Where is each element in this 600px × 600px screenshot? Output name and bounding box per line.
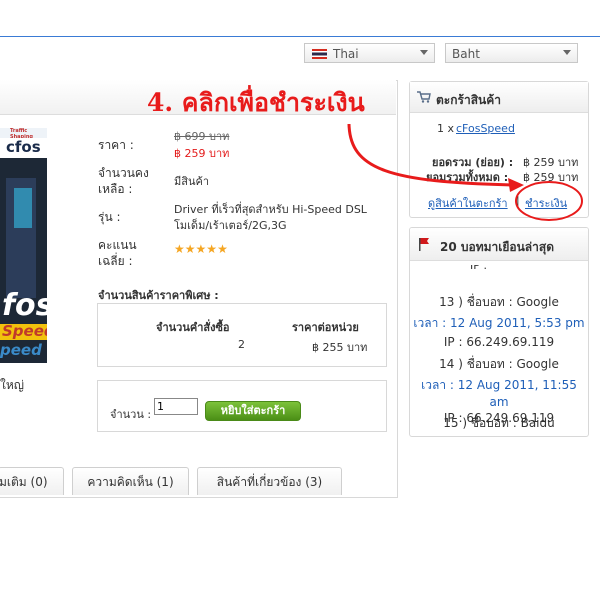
annotation-circle xyxy=(515,181,583,221)
annotation-overlay xyxy=(347,123,583,221)
annotation-arrow xyxy=(347,123,513,187)
